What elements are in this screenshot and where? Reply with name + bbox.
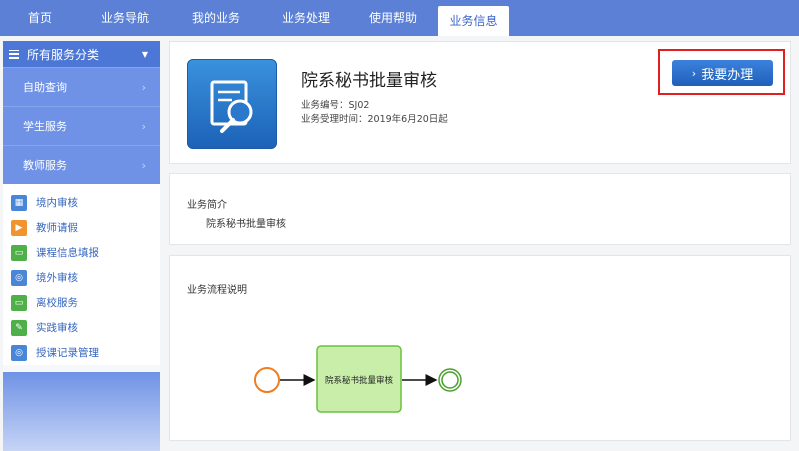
sidebar-footer-gradient bbox=[3, 372, 160, 451]
sidebar-item-label: 实践审核 bbox=[36, 322, 78, 334]
sidebar-item-label: 授课记录管理 bbox=[36, 347, 99, 359]
business-code: 业务编号：SJ02 bbox=[301, 100, 370, 111]
tab-help[interactable]: 使用帮助 bbox=[350, 0, 436, 36]
sidebar-item-label: 离校服务 bbox=[36, 297, 78, 309]
menu-icon bbox=[9, 49, 19, 59]
flow-diagram: 院系秘书批量审核 bbox=[254, 345, 462, 413]
sidebar-item-practice-review[interactable]: ✎ 实践审核 bbox=[3, 315, 160, 340]
edit-icon: ✎ bbox=[11, 319, 27, 336]
tab-business-info[interactable]: 业务信息 bbox=[438, 6, 509, 36]
monitor-icon: ▭ bbox=[11, 244, 27, 261]
business-flow-panel: 业务流程说明 院系秘书批量审核 bbox=[169, 255, 791, 441]
sidebar-category-label: 教师服务 bbox=[23, 159, 67, 172]
sidebar-category-self-query[interactable]: 自助查询 › bbox=[3, 67, 160, 106]
apply-button-label: 我要办理 bbox=[701, 67, 754, 83]
sidebar-item-teaching-records[interactable]: ◎ 授课记录管理 bbox=[3, 340, 160, 365]
sidebar-item-label: 境内审核 bbox=[36, 197, 78, 209]
apply-button[interactable]: › 我要办理 bbox=[672, 60, 773, 86]
chevron-right-icon: › bbox=[691, 66, 697, 80]
tab-business-process[interactable]: 业务处理 bbox=[262, 0, 350, 36]
sidebar-header-label: 所有服务分类 bbox=[27, 47, 100, 62]
sidebar-item-course-info[interactable]: ▭ 课程信息填报 bbox=[3, 240, 160, 265]
caret-down-icon: ▼ bbox=[141, 49, 148, 59]
document-search-icon bbox=[187, 59, 277, 149]
tab-my-business[interactable]: 我的业务 bbox=[170, 0, 262, 36]
business-header-panel: 院系秘书批量审核 业务编号：SJ02 业务受理时间：2019年6月20日起 › … bbox=[169, 41, 791, 164]
top-nav: 首页 业务导航 我的业务 业务处理 使用帮助 业务信息 bbox=[0, 0, 799, 36]
user-icon: ◎ bbox=[11, 269, 27, 286]
intro-heading: 业务简介 bbox=[187, 200, 227, 211]
business-intro-panel: 业务简介 院系秘书批量审核 bbox=[169, 173, 791, 245]
chevron-right-icon: › bbox=[141, 119, 146, 133]
sidebar-category-teacher-service[interactable]: 教师服务 › bbox=[3, 145, 160, 184]
task-node-label: 院系秘书批量审核 bbox=[325, 375, 394, 386]
sidebar-item-list: ▦ 境内审核 ▶ 教师请假 ▭ 课程信息填报 ◎ 境外审核 ▭ 离校服务 ✎ 实… bbox=[3, 184, 160, 365]
sidebar-category-label: 学生服务 bbox=[23, 120, 67, 133]
chevron-right-icon: › bbox=[141, 80, 146, 94]
sidebar-item-label: 课程信息填报 bbox=[36, 247, 99, 259]
sidebar-item-overseas-review[interactable]: ◎ 境外审核 bbox=[3, 265, 160, 290]
end-event-inner bbox=[441, 371, 459, 389]
sidebar-category-label: 自助查询 bbox=[23, 81, 67, 94]
sidebar-item-leaving-school[interactable]: ▭ 离校服务 bbox=[3, 290, 160, 315]
sidebar-header[interactable]: 所有服务分类 ▼ bbox=[3, 41, 160, 67]
business-time: 业务受理时间：2019年6月20日起 bbox=[301, 114, 448, 125]
tab-business-nav[interactable]: 业务导航 bbox=[80, 0, 170, 36]
tab-home[interactable]: 首页 bbox=[0, 0, 80, 36]
apply-highlight-frame: › 我要办理 bbox=[658, 49, 785, 95]
play-icon: ▶ bbox=[11, 219, 27, 236]
chevron-right-icon: › bbox=[141, 158, 146, 172]
calendar-icon: ▦ bbox=[11, 194, 27, 211]
sidebar-category-student-service[interactable]: 学生服务 › bbox=[3, 106, 160, 145]
intro-text: 院系秘书批量审核 bbox=[206, 219, 286, 230]
sidebar-item-teacher-leave[interactable]: ▶ 教师请假 bbox=[3, 215, 160, 240]
sidebar: 所有服务分类 ▼ 自助查询 › 学生服务 › 教师服务 › ▦ 境内审核 ▶ 教… bbox=[3, 41, 160, 451]
monitor-icon: ▭ bbox=[11, 294, 27, 311]
sidebar-item-label: 境外审核 bbox=[36, 272, 78, 284]
start-event bbox=[254, 367, 280, 393]
business-title: 院系秘书批量审核 bbox=[301, 71, 437, 91]
sidebar-item-label: 教师请假 bbox=[36, 222, 78, 234]
user-icon: ◎ bbox=[11, 344, 27, 361]
sidebar-item-domestic-review[interactable]: ▦ 境内审核 bbox=[3, 190, 160, 215]
